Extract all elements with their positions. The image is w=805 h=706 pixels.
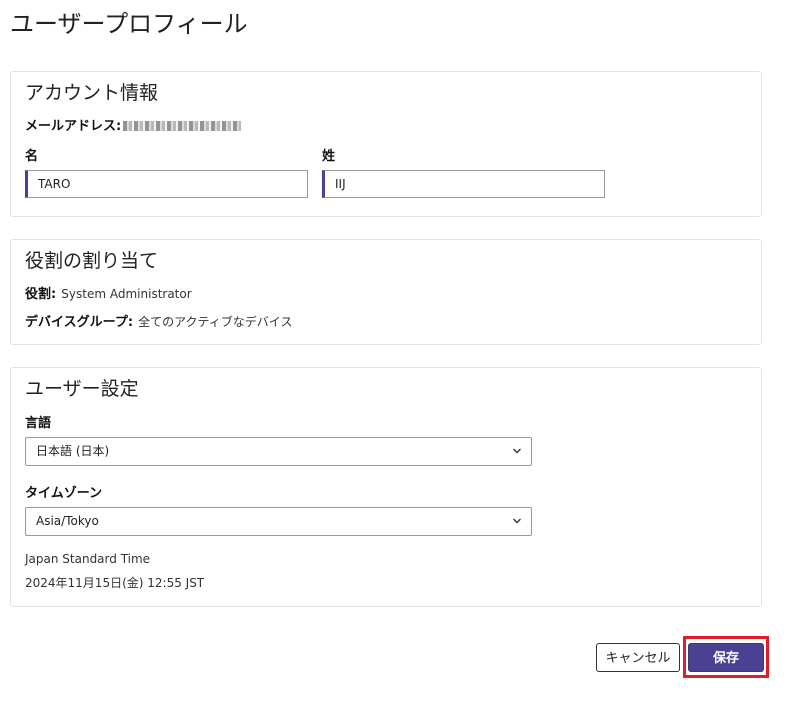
user-settings-card: ユーザー設定 言語 日本語 (日本) タイムゾーン Asia/Tokyo Jap… [10,367,762,607]
last-name-input[interactable]: IIJ [322,170,605,198]
chevron-down-icon [513,448,521,454]
account-info-title: アカウント情報 [25,82,159,104]
email-masked-value [123,120,242,131]
chevron-down-icon [513,518,521,524]
email-row: メールアドレス: [25,115,242,134]
device-group-value: 全てのアクティブなデバイス [138,315,293,329]
email-label: メールアドレス: [25,119,122,134]
role-assignment-title: 役割の割り当て [25,250,159,272]
language-selected-value: 日本語 (日本) [36,444,110,458]
language-label: 言語 [25,416,52,431]
device-group-label: デバイスグループ: [25,315,134,330]
timezone-selected-value: Asia/Tokyo [36,514,99,528]
device-group-row: デバイスグループ: 全てのアクティブなデバイス [25,311,292,330]
account-info-card: アカウント情報 メールアドレス: 名 姓 TARO IIJ [10,71,762,217]
first-name-input[interactable]: TARO [25,170,308,198]
role-label: 役割: [25,287,57,302]
timezone-label: タイムゾーン [25,486,103,501]
timezone-name: Japan Standard Time [25,552,151,566]
page-title: ユーザープロフィール [10,10,248,38]
last-name-label: 姓 [322,149,336,164]
cancel-button[interactable]: キャンセル [596,643,680,672]
current-time: 2024年11月15日(金) 12:55 JST [25,576,205,590]
first-name-label: 名 [25,149,39,164]
save-button[interactable]: 保存 [688,643,764,672]
role-assignment-card: 役割の割り当て 役割: System Administrator デバイスグルー… [10,239,762,345]
role-row: 役割: System Administrator [25,283,192,302]
language-select[interactable]: 日本語 (日本) [25,437,532,466]
role-value: System Administrator [61,287,192,301]
user-settings-title: ユーザー設定 [25,378,139,400]
timezone-select[interactable]: Asia/Tokyo [25,507,532,536]
